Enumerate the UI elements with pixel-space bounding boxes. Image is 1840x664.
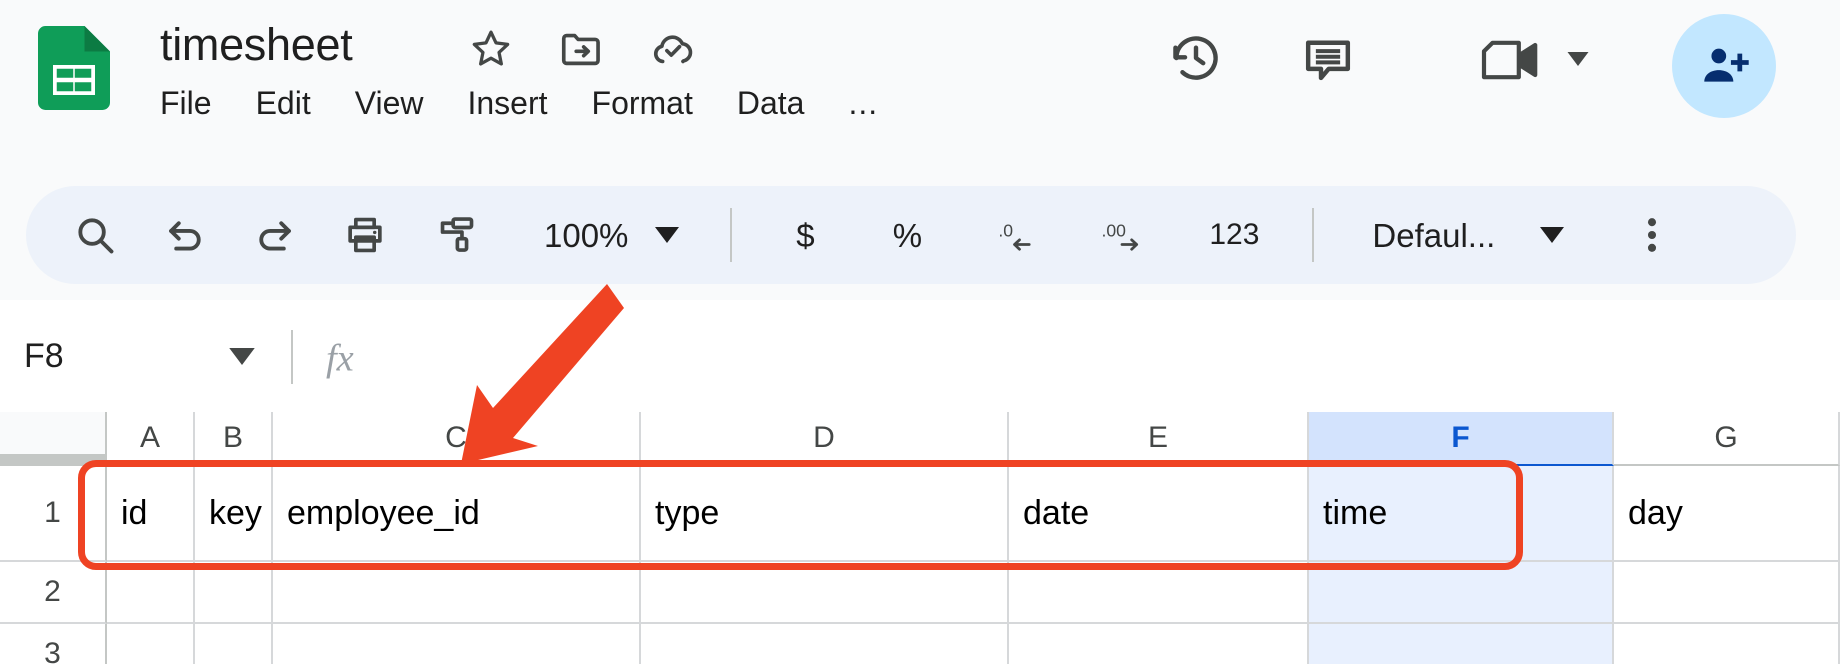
cell-A1[interactable]: id	[107, 466, 195, 562]
row-header-3[interactable]: 3	[0, 624, 107, 664]
search-icon[interactable]	[64, 204, 126, 266]
cell-E3[interactable]	[1009, 624, 1309, 664]
cell-F2[interactable]	[1309, 562, 1614, 624]
cell-C3[interactable]	[273, 624, 641, 664]
column-header-c[interactable]: C	[273, 412, 641, 466]
increase-decimal-icon[interactable]: .00	[1084, 204, 1160, 266]
comment-icon[interactable]	[1300, 32, 1356, 88]
percent-icon[interactable]: %	[876, 204, 938, 266]
chevron-down-icon	[1539, 227, 1565, 243]
formula-bar-divider	[291, 330, 293, 384]
svg-text:.0: .0	[999, 220, 1014, 240]
svg-text:.00: .00	[1102, 220, 1127, 240]
cell-C1[interactable]: employee_id	[273, 466, 641, 562]
menu-item-format[interactable]: Format	[592, 80, 693, 126]
name-box-value: F8	[24, 336, 64, 375]
cell-B3[interactable]	[195, 624, 273, 664]
column-header-b[interactable]: B	[195, 412, 273, 466]
menu-item-edit[interactable]: Edit	[256, 80, 311, 126]
app-header: timesheet File Edit View Insert Format D…	[0, 0, 1840, 148]
cell-B1[interactable]: key	[195, 466, 273, 562]
row-header-1[interactable]: 1	[0, 466, 107, 562]
function-icon[interactable]: fx	[325, 332, 377, 382]
cell-B2[interactable]	[195, 562, 273, 624]
formula-bar-row: F8 fx	[0, 300, 1840, 412]
currency-label: $	[796, 216, 815, 254]
cell-D1[interactable]: type	[641, 466, 1009, 562]
chevron-down-icon	[654, 227, 680, 243]
column-header-f[interactable]: F	[1309, 412, 1614, 466]
print-icon[interactable]	[334, 204, 396, 266]
menu-item-file[interactable]: File	[160, 80, 212, 126]
menu-item-data[interactable]: Data	[737, 80, 805, 126]
person-add-icon	[1698, 40, 1750, 92]
share-button[interactable]	[1672, 14, 1776, 118]
cell-D3[interactable]	[641, 624, 1009, 664]
zoom-selector[interactable]: 100%	[538, 219, 686, 252]
cell-C2[interactable]	[273, 562, 641, 624]
formula-input[interactable]	[400, 300, 1840, 412]
sheets-logo-icon	[38, 26, 110, 110]
cell-G1[interactable]: day	[1614, 466, 1840, 562]
version-history-icon[interactable]	[1168, 30, 1224, 86]
cell-A3[interactable]	[107, 624, 195, 664]
zoom-value: 100%	[544, 216, 629, 254]
sheets-app-window: timesheet File Edit View Insert Format D…	[0, 0, 1840, 664]
menu-bar: File Edit View Insert Format Data ...	[160, 80, 878, 126]
select-all-corner[interactable]	[0, 412, 107, 456]
menu-overflow-button[interactable]: ...	[848, 85, 878, 122]
more-formats-label: 123	[1209, 218, 1260, 251]
row-header-2[interactable]: 2	[0, 562, 107, 624]
svg-text:fx: fx	[326, 337, 354, 379]
currency-icon[interactable]: $	[774, 204, 836, 266]
cell-D2[interactable]	[641, 562, 1009, 624]
document-title[interactable]: timesheet	[160, 18, 353, 72]
cell-F3[interactable]	[1309, 624, 1614, 664]
chevron-down-icon	[228, 347, 256, 365]
decrease-decimal-icon[interactable]: .0	[978, 204, 1054, 266]
menu-item-view[interactable]: View	[355, 80, 424, 126]
cell-G2[interactable]	[1614, 562, 1840, 624]
name-box[interactable]: F8	[0, 300, 280, 412]
paint-format-icon[interactable]	[424, 204, 486, 266]
column-header-d[interactable]: D	[641, 412, 1009, 466]
spreadsheet-grid: ABCDEFG 123 id key employee_id type date time…	[0, 412, 1840, 664]
toolbar-divider-1	[730, 208, 733, 262]
main-toolbar: 100% $ % .0 .00 123 Defaul...	[26, 186, 1796, 284]
more-formats-icon[interactable]: 123	[1196, 204, 1272, 266]
cell-A2[interactable]	[107, 562, 195, 624]
font-selector[interactable]: Defaul...	[1372, 219, 1565, 252]
cell-F1[interactable]: time	[1309, 466, 1614, 562]
corner-edge	[0, 456, 107, 466]
column-header-a[interactable]: A	[107, 412, 195, 466]
cell-E2[interactable]	[1009, 562, 1309, 624]
meet-dropdown-caret-icon[interactable]	[1566, 52, 1590, 66]
menu-item-insert[interactable]: Insert	[467, 80, 547, 126]
cloud-saved-icon[interactable]	[650, 26, 696, 72]
redo-icon[interactable]	[244, 204, 306, 266]
column-header-g[interactable]: G	[1614, 412, 1840, 466]
cell-E1[interactable]: date	[1009, 466, 1309, 562]
toolbar-divider-2	[1312, 208, 1315, 262]
font-value: Defaul...	[1372, 216, 1496, 254]
move-to-folder-icon[interactable]	[558, 26, 604, 72]
cell-G3[interactable]	[1614, 624, 1840, 664]
star-icon[interactable]	[468, 26, 514, 72]
more-vert-icon[interactable]	[1621, 204, 1683, 266]
undo-icon[interactable]	[154, 204, 216, 266]
meet-camera-icon[interactable]	[1478, 36, 1542, 84]
column-header-e[interactable]: E	[1009, 412, 1309, 466]
percent-label: %	[892, 216, 923, 254]
